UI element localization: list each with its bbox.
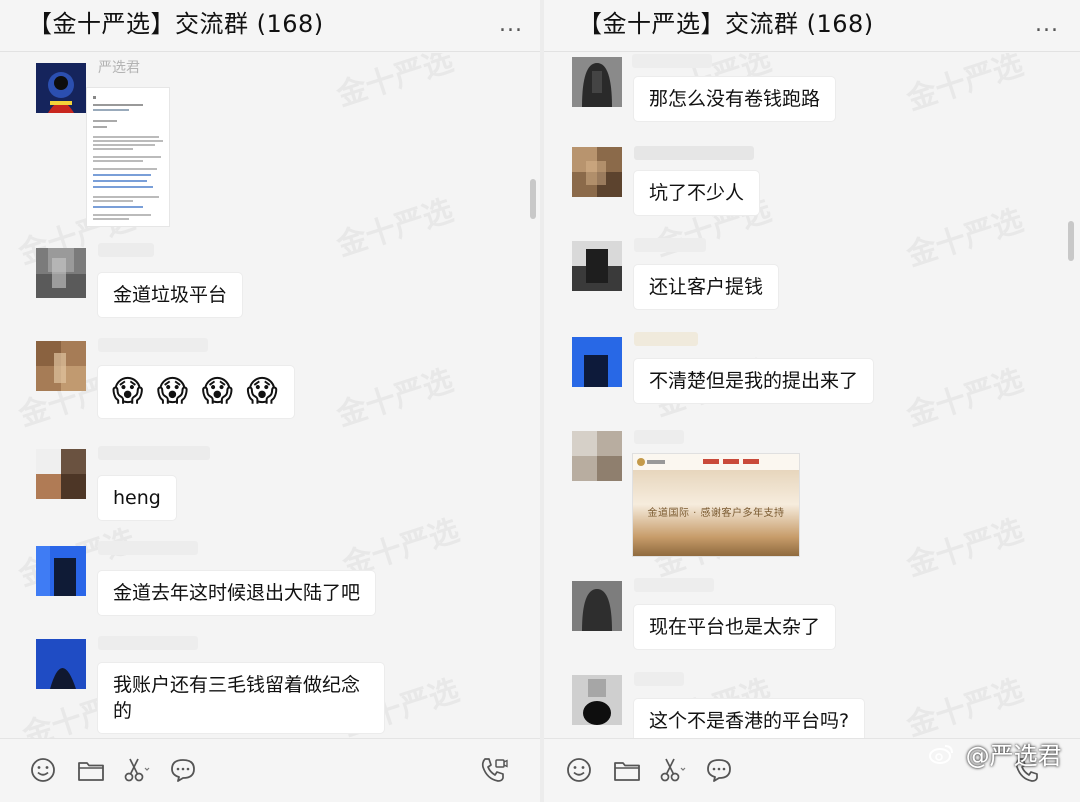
message-bubble[interactable]: 现在平台也是太杂了 xyxy=(634,605,836,649)
folder-icon[interactable] xyxy=(76,755,106,785)
right-chat-window: 【金十严选】交流群 (168) ... 金十严选 金十严选 金十严选 金十严选 … xyxy=(544,0,1080,802)
sender-name xyxy=(98,635,198,653)
document-thumbnail xyxy=(93,96,163,220)
emoji-message-bubble[interactable]: 😱 😱 😱 😱 xyxy=(98,366,294,418)
sender-name xyxy=(632,53,712,71)
emoji-icon[interactable] xyxy=(28,755,58,785)
message-bubble[interactable]: 那怎么没有卷钱跑路 xyxy=(634,77,836,121)
watermark: 金十严选 xyxy=(332,193,458,264)
chat-bubble-icon[interactable] xyxy=(704,755,734,785)
avatar[interactable] xyxy=(36,341,86,391)
watermark: 金十严选 xyxy=(332,53,458,114)
avatar[interactable] xyxy=(36,639,86,689)
banner-image: 金道国际 · 感谢客户多年支持 xyxy=(633,470,799,556)
sender-name xyxy=(634,577,714,595)
sender-name xyxy=(98,540,198,558)
message-bubble[interactable]: 金道垃圾平台 xyxy=(98,273,243,317)
message-bubble[interactable]: 不清楚但是我的提出来了 xyxy=(634,359,874,403)
avatar[interactable] xyxy=(572,147,622,197)
image-attachment[interactable] xyxy=(86,87,170,227)
avatar[interactable] xyxy=(36,546,86,596)
sender-name xyxy=(634,237,706,255)
avatar[interactable] xyxy=(572,675,622,725)
watermark: 金十严选 xyxy=(902,673,1028,738)
avatar[interactable] xyxy=(572,431,622,481)
sender-name xyxy=(98,445,210,463)
scissors-icon[interactable] xyxy=(656,755,686,785)
watermark: 金十严选 xyxy=(902,513,1028,584)
watermark: 金十严选 xyxy=(332,363,458,434)
emoji-icon[interactable] xyxy=(564,755,594,785)
sender-name xyxy=(634,145,754,163)
message-bubble[interactable]: 我账户还有三毛钱留着做纪念 的 xyxy=(98,663,384,733)
avatar[interactable] xyxy=(36,449,86,499)
sender-name xyxy=(634,331,698,349)
message-bubble[interactable]: 还让客户提钱 xyxy=(634,265,779,309)
sender-name xyxy=(98,242,154,260)
chat-title: 【金十严选】交流群 (168) xyxy=(578,10,874,38)
avatar[interactable] xyxy=(572,57,622,107)
banner-text: 金道国际 · 感谢客户多年支持 xyxy=(647,508,785,519)
chat-header: 【金十严选】交流群 (168) ... xyxy=(0,0,540,52)
avatar[interactable] xyxy=(36,248,86,298)
banner-top-strip xyxy=(633,454,799,470)
scissors-icon[interactable] xyxy=(120,755,150,785)
message-text-line: 我账户还有三毛钱留着做纪念 xyxy=(113,674,361,696)
attribution-watermark: @严选君 xyxy=(928,736,1062,771)
image-message[interactable]: 金道国际 · 感谢客户多年支持 xyxy=(632,453,800,557)
scrollbar-thumb[interactable] xyxy=(530,179,536,219)
message-bubble[interactable]: 这个不是香港的平台吗? xyxy=(634,699,865,738)
sender-name xyxy=(634,671,684,689)
watermark: 金十严选 xyxy=(902,203,1028,274)
more-options-button[interactable]: ... xyxy=(496,10,526,40)
message-bubble[interactable]: 坑了不少人 xyxy=(634,171,760,215)
message-bubble[interactable]: 金道去年这时候退出大陆了吧 xyxy=(98,571,376,615)
avatar[interactable] xyxy=(572,241,622,291)
weibo-icon xyxy=(928,743,954,771)
chat-bubble-icon[interactable] xyxy=(168,755,198,785)
sender-name: 严选君 xyxy=(98,60,140,76)
avatar[interactable] xyxy=(572,581,622,631)
sender-name xyxy=(98,337,208,355)
chat-header: 【金十严选】交流群 (168) ... xyxy=(544,0,1080,52)
avatar[interactable] xyxy=(36,63,86,113)
input-toolbar xyxy=(0,738,540,802)
sender-name xyxy=(634,429,684,447)
message-text-line: 的 xyxy=(113,700,133,722)
message-list[interactable]: 金十严选 金十严选 金十严选 金十严选 金十严选 金十严选 金十严选 金十严选 … xyxy=(544,53,1080,738)
chat-title: 【金十严选】交流群 (168) xyxy=(28,10,324,38)
folder-icon[interactable] xyxy=(612,755,642,785)
avatar[interactable] xyxy=(572,337,622,387)
message-list[interactable]: 金十严选 金十严选 金十严选 金十严选 金十严选 金十严选 金十严选 金十严选 … xyxy=(0,53,540,738)
phone-icon[interactable] xyxy=(478,755,508,785)
attribution-text: @严选君 xyxy=(965,742,1062,770)
watermark: 金十严选 xyxy=(902,53,1028,118)
message-bubble[interactable]: heng xyxy=(98,476,176,520)
more-options-button[interactable]: ... xyxy=(1032,10,1062,40)
watermark: 金十严选 xyxy=(902,363,1028,434)
scrollbar-thumb[interactable] xyxy=(1068,221,1074,261)
left-chat-window: 【金十严选】交流群 (168) ... 金十严选 金十严选 金十严选 金十严选 … xyxy=(0,0,540,802)
